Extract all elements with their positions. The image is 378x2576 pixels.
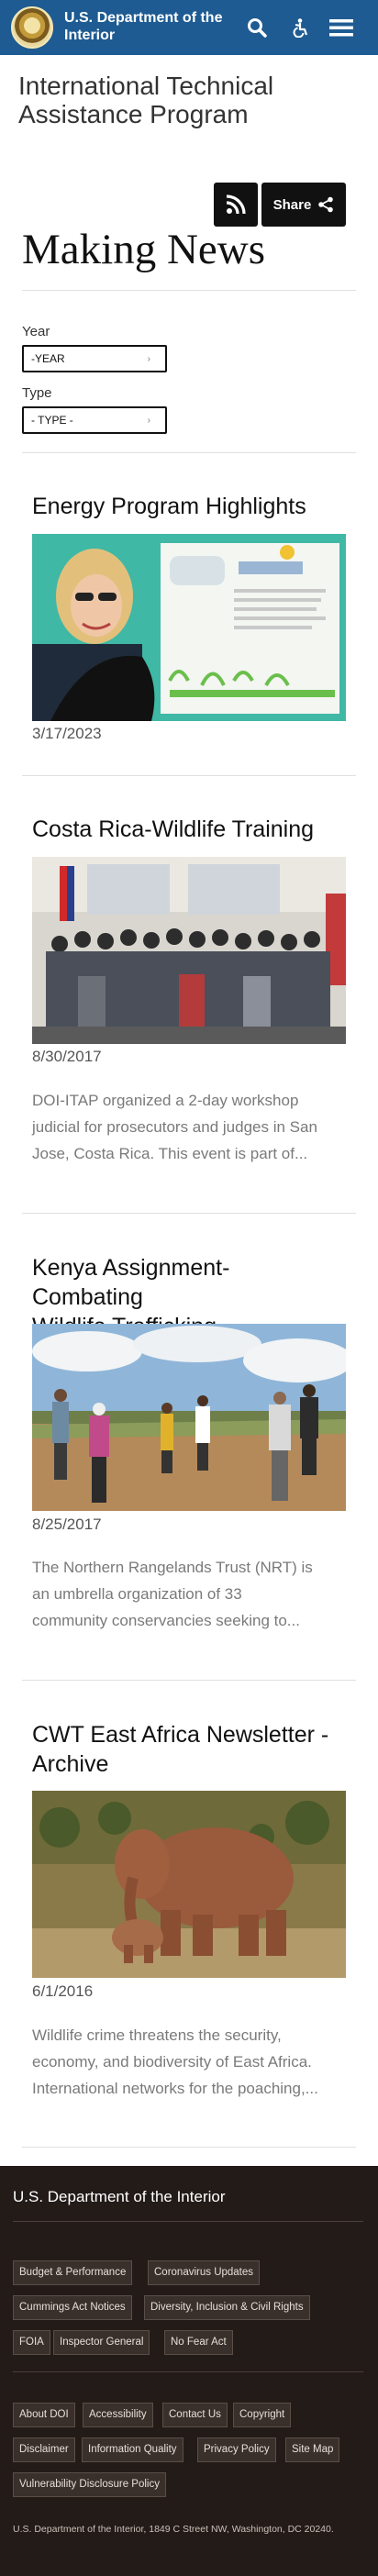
footer-link[interactable]: Accessibility [83,2403,153,2427]
summary-line: economy, and biodiversity of East Africa… [32,2053,312,2071]
summary-line: International networks for the poaching,… [32,2080,318,2097]
year-select[interactable]: -YEAR › [22,345,167,372]
footer-link[interactable]: FOIA [13,2330,50,2355]
divider [22,452,356,453]
footer-link[interactable]: Privacy Policy [197,2437,276,2462]
share-button[interactable]: Share [261,183,346,227]
footer-title[interactable]: U.S. Department of the Interior [13,2188,226,2206]
page-title: Making News [22,226,265,273]
footer-link[interactable]: Diversity, Inclusion & Civil Rights [144,2295,310,2320]
divider [22,1213,356,1214]
summary-line: community conservancies seeking to... [32,1612,300,1629]
article-image-costa-rica[interactable] [32,857,346,1044]
program-title-line-1: International Technical [18,72,274,100]
footer-link[interactable]: No Fear Act [164,2330,233,2355]
article-title[interactable]: CWT East Africa Newsletter - Archive [32,1720,344,1779]
footer-link[interactable]: Disclaimer [13,2437,75,2462]
footer-link[interactable]: Contact Us [162,2403,228,2427]
summary-line: Wildlife crime threatens the security, [32,2026,282,2044]
footer-link[interactable]: Information Quality [82,2437,183,2462]
summary-line: Jose, Costa Rica. This event is part of.… [32,1145,308,1162]
summary-line: judicial for prosecutors and judges in S… [32,1118,317,1136]
divider [22,290,356,291]
article-title[interactable]: Energy Program Highlights [32,492,344,521]
article-summary: The Northern Rangelands Trust (NRT) is a… [32,1554,353,1634]
article-summary: Wildlife crime threatens the security, e… [32,2022,353,2102]
chevron-down-icon: › [147,416,150,426]
article-title-line: CWT East Africa Newsletter - [32,1722,329,1748]
divider [22,775,356,776]
program-title-line-2: Assistance Program [18,100,249,128]
summary-line: The Northern Rangelands Trust (NRT) is [32,1559,313,1576]
article-title[interactable]: Costa Rica-Wildlife Training [32,815,344,844]
footer-link[interactable]: Inspector General [53,2330,150,2355]
footer-divider [13,2371,363,2372]
article-date: 3/17/2023 [32,725,102,742]
site-header: U.S. Department of the Interior [0,0,378,55]
type-select-value: - TYPE - [31,414,73,427]
divider [22,1680,356,1681]
divider [22,2147,356,2148]
footer-link[interactable]: About DOI [13,2403,75,2427]
footer-link[interactable]: Copyright [233,2403,292,2427]
menu-icon[interactable] [328,15,354,40]
type-select[interactable]: - TYPE - › [22,406,167,434]
program-title[interactable]: International Technical Assistance Progr… [18,72,349,128]
brand-line-2: Interior [64,28,116,43]
article-title-line: Kenya Assignment- Combating [32,1255,230,1310]
summary-line: DOI-ITAP organized a 2-day workshop [32,1092,299,1109]
article-date: 8/30/2017 [32,1048,102,1065]
type-filter-label: Type [22,385,52,401]
rss-icon [226,194,246,215]
footer-link[interactable]: Cummings Act Notices [13,2295,132,2320]
accessibility-icon[interactable] [287,15,313,40]
article-title-line: Archive [32,1751,109,1777]
article-date: 6/1/2016 [32,1982,94,2000]
article-date: 8/25/2017 [32,1516,102,1533]
footer-link[interactable]: Vulnerability Disclosure Policy [13,2472,166,2497]
search-icon[interactable] [244,15,270,40]
summary-line: an umbrella organization of 33 [32,1585,242,1603]
brand-line-1: U.S. Department of the [64,10,223,26]
site-footer: U.S. Department of the Interior Budget &… [0,2166,378,2576]
footer-link[interactable]: Coronavirus Updates [148,2260,261,2285]
footer-link[interactable]: Site Map [285,2437,340,2462]
chevron-down-icon: › [147,354,150,364]
share-label: Share [272,196,312,213]
site-brand[interactable]: U.S. Department of the Interior [64,9,239,44]
footer-link[interactable]: Budget & Performance [13,2260,133,2285]
article-image-elephants[interactable] [32,1791,346,1978]
footer-divider [13,2221,363,2222]
doi-seal-logo[interactable] [11,6,53,49]
rss-feed-button[interactable] [214,183,258,227]
article-image-energy[interactable] [32,534,346,721]
article-image-kenya[interactable] [32,1324,346,1511]
share-icon [318,196,334,213]
article-summary: DOI-ITAP organized a 2-day workshop judi… [32,1087,353,1167]
year-select-value: -YEAR [31,352,65,365]
footer-address: U.S. Department of the Interior, 1849 C … [13,2524,334,2535]
year-filter-label: Year [22,324,50,339]
